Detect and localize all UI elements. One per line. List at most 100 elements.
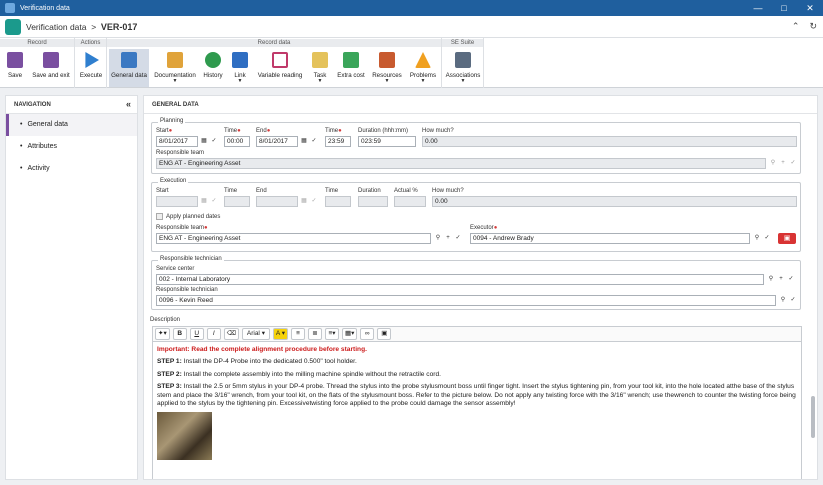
close-icon[interactable]: ✕ — [797, 0, 823, 16]
execution-actual-label: Actual % — [394, 188, 418, 194]
execution-actual-input[interactable] — [394, 196, 426, 207]
execution-time-input[interactable] — [224, 196, 250, 207]
associations-icon — [455, 52, 471, 68]
search-icon[interactable]: ⚲ — [752, 233, 762, 244]
add-icon[interactable]: + — [776, 274, 786, 285]
executor-label: Executor● — [470, 225, 498, 231]
variable-reading-button[interactable]: Variable reading — [255, 49, 305, 87]
nav-item-attributes[interactable]: • Attributes — [6, 136, 137, 158]
execution-time2-input[interactable] — [325, 196, 351, 207]
planning-duration-input[interactable]: 023:59 — [358, 136, 416, 147]
bullet-list-icon[interactable]: ≡ — [290, 328, 305, 340]
add-icon[interactable]: + — [443, 233, 453, 244]
search-icon[interactable]: ⚲ — [433, 233, 443, 244]
nav-label: Activity — [27, 165, 50, 172]
italic-button[interactable]: I — [206, 328, 221, 340]
image-icon[interactable]: ▣ — [377, 328, 392, 340]
link-icon — [232, 52, 248, 68]
numbered-list-icon[interactable]: ≣ — [307, 328, 322, 340]
toolbox-icon — [379, 52, 395, 68]
bold-button[interactable]: B — [172, 328, 187, 340]
clear-icon[interactable]: ✓ — [453, 233, 463, 244]
nav-label: General data — [27, 121, 68, 128]
picker-icon[interactable]: ✓ — [309, 196, 319, 207]
planning-start-label: Start● — [156, 128, 173, 134]
planning-time2-input[interactable]: 23:59 — [325, 136, 351, 147]
resources-button[interactable]: Resources ▼ — [369, 49, 405, 87]
planning-section: Planning Start● 8/01/2017 ▦ ✓ Time● 00:0… — [151, 118, 801, 174]
picker-icon[interactable]: ✓ — [209, 196, 219, 207]
history-label: History — [203, 72, 223, 79]
save-button[interactable]: Save — [2, 49, 28, 87]
technician-section: Responsible technician Service center 00… — [151, 256, 801, 310]
service-center-input[interactable]: 002 - Internal Laboratory — [156, 274, 764, 285]
lock-icon[interactable]: ▣ — [778, 233, 796, 244]
search-icon[interactable]: ⚲ — [778, 295, 788, 306]
clear-icon[interactable]: ✓ — [788, 158, 798, 169]
clear-icon[interactable]: ✓ — [762, 233, 772, 244]
general-data-button[interactable]: General data — [109, 49, 149, 87]
save-icon — [7, 52, 23, 68]
history-button[interactable]: History — [201, 49, 225, 87]
execution-end-input[interactable] — [256, 196, 298, 207]
search-icon[interactable]: ⚲ — [768, 158, 778, 169]
magic-wand-icon[interactable]: ✦▾ — [155, 328, 170, 340]
calendar-icon[interactable]: ▦ — [199, 196, 209, 207]
table-icon[interactable]: ▦▾ — [341, 328, 358, 340]
breadcrumb-app[interactable]: Verification data — [26, 22, 86, 32]
execution-duration-label: Duration — [358, 188, 381, 194]
planning-team-input[interactable]: ENG AT - Engineering Asset — [156, 158, 766, 169]
calendar-icon[interactable]: ▦ — [299, 196, 309, 207]
problems-button[interactable]: Problems ▼ — [407, 49, 439, 87]
font-color-button[interactable]: A ▾ — [272, 328, 288, 340]
font-select[interactable]: Arial ▾ — [241, 328, 270, 340]
nav-item-general-data[interactable]: • General data — [6, 114, 137, 136]
add-icon[interactable]: + — [778, 158, 788, 169]
technician-legend: Responsible technician — [158, 256, 224, 262]
documentation-button[interactable]: Documentation ▼ — [153, 49, 197, 87]
picker-icon[interactable]: ✓ — [309, 136, 319, 147]
scrollbar[interactable] — [811, 396, 815, 438]
executor-input[interactable]: 0094 - Andrew Brady — [470, 233, 750, 244]
extra-cost-button[interactable]: Extra cost — [335, 49, 367, 87]
clear-icon[interactable]: ✓ — [788, 295, 798, 306]
clear-icon[interactable]: ✓ — [786, 274, 796, 285]
eraser-icon[interactable]: ⌫ — [223, 328, 239, 340]
collapse-up-icon[interactable]: ⌃ — [792, 21, 800, 32]
technician-input[interactable]: 0096 - Kevin Reed — [156, 295, 776, 306]
calendar-icon[interactable]: ▦ — [199, 136, 209, 147]
search-icon[interactable]: ⚲ — [766, 274, 776, 285]
execute-button[interactable]: Execute — [77, 49, 105, 87]
link-button[interactable]: Link ▼ — [227, 49, 253, 87]
minimize-icon[interactable]: — — [745, 0, 771, 16]
associations-button[interactable]: Associations ▼ — [444, 49, 482, 87]
step-1: STEP 1: Install the DP-4 Probe into the … — [157, 358, 357, 366]
description-editor[interactable]: Important: Read the complete alignment p… — [152, 342, 802, 479]
task-button[interactable]: Task ▼ — [307, 49, 333, 87]
picker-icon[interactable]: ✓ — [209, 136, 219, 147]
underline-button[interactable]: U — [189, 328, 204, 340]
planning-howmuch-input[interactable]: 0.00 — [422, 136, 797, 147]
align-icon[interactable]: ≡▾ — [324, 328, 339, 340]
execution-team-input[interactable]: ENG AT - Engineering Asset — [156, 233, 431, 244]
execution-duration-input[interactable] — [358, 196, 388, 207]
execution-start-input[interactable] — [156, 196, 198, 207]
collapse-icon[interactable]: « — [126, 99, 131, 109]
execution-time2-label: Time — [325, 188, 339, 194]
execution-howmuch-input[interactable]: 0.00 — [432, 196, 797, 207]
apply-planned-checkbox[interactable] — [156, 213, 163, 220]
wave-icon — [272, 52, 288, 68]
calendar-icon[interactable]: ▦ — [299, 136, 309, 147]
planning-start-input[interactable]: 8/01/2017 — [156, 136, 198, 147]
window-title: Verification data — [20, 4, 70, 12]
planning-end-input[interactable]: 8/01/2017 — [256, 136, 298, 147]
link-icon[interactable]: ∞ — [360, 328, 375, 340]
save-and-exit-button[interactable]: Save and exit — [30, 49, 72, 87]
nav-item-activity[interactable]: • Activity — [6, 158, 137, 180]
group-actions: Actions Execute — [75, 38, 107, 88]
planning-end-label: End● — [256, 128, 271, 134]
planning-time-input[interactable]: 00:00 — [224, 136, 250, 147]
maximize-icon[interactable]: □ — [771, 0, 797, 16]
execution-team-label: Responsible team● — [156, 225, 208, 231]
refresh-icon[interactable]: ↻ — [809, 21, 817, 32]
